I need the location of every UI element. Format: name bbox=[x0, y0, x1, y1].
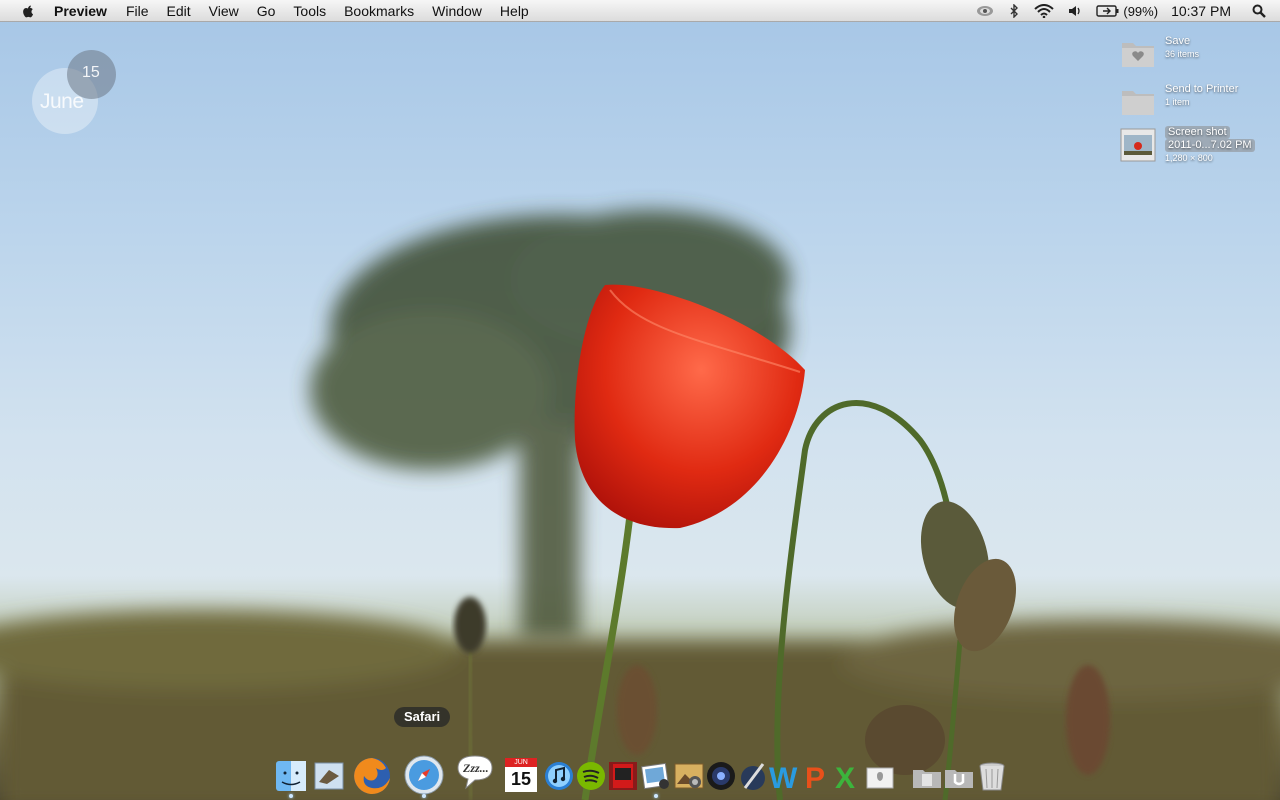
itunes-icon[interactable] bbox=[543, 760, 575, 792]
desktop-item-screenshot[interactable]: Screen shot 2011-0...7.02 PM 1,280 × 800 bbox=[1120, 126, 1255, 165]
volume-icon[interactable] bbox=[1068, 4, 1082, 18]
dock: Zzz... JUN 15 W P X bbox=[270, 752, 1010, 800]
battery-percent: (99%) bbox=[1123, 3, 1159, 19]
menu-view[interactable]: View bbox=[200, 0, 248, 22]
svg-text:Zzz...: Zzz... bbox=[462, 761, 489, 775]
menu-window[interactable]: Window bbox=[423, 0, 491, 22]
menu-clock[interactable]: 10:37 PM bbox=[1171, 3, 1231, 19]
menu-tools[interactable]: Tools bbox=[284, 0, 335, 22]
menu-help[interactable]: Help bbox=[491, 0, 538, 22]
running-indicator bbox=[289, 794, 293, 798]
folder-icon bbox=[1122, 91, 1154, 115]
spotlight-icon[interactable] bbox=[1252, 4, 1266, 18]
menu-edit[interactable]: Edit bbox=[158, 0, 200, 22]
desktop-item-save[interactable]: Save 36 items bbox=[1120, 35, 1199, 71]
word-icon[interactable]: W bbox=[767, 760, 799, 792]
battery-icon[interactable]: (99%) bbox=[1096, 4, 1158, 19]
desktop-item-sub: 1 item bbox=[1165, 97, 1190, 107]
downloads-stack-icon[interactable] bbox=[943, 760, 975, 792]
textedit-icon[interactable] bbox=[737, 760, 769, 792]
menu-bar: Preview File Edit View Go Tools Bookmark… bbox=[0, 0, 1280, 22]
iphoto-icon[interactable] bbox=[640, 760, 672, 792]
svg-text:X: X bbox=[835, 762, 855, 792]
mail-icon[interactable] bbox=[313, 760, 345, 792]
desktop-item-name: Send to Printer bbox=[1165, 83, 1239, 95]
finder-icon[interactable] bbox=[275, 760, 307, 792]
apple-menu-icon[interactable] bbox=[18, 3, 38, 19]
menu-go[interactable]: Go bbox=[248, 0, 285, 22]
calendar-widget: June 15 bbox=[32, 48, 122, 138]
running-indicator bbox=[654, 794, 658, 798]
calendar-month: June bbox=[40, 90, 84, 113]
spotify-icon[interactable] bbox=[575, 760, 607, 792]
ical-month: JUN bbox=[505, 758, 537, 767]
calendar-day: 15 bbox=[82, 64, 100, 81]
bluetooth-icon[interactable] bbox=[1008, 4, 1020, 18]
wifi-icon[interactable] bbox=[1034, 4, 1055, 18]
ical-icon[interactable]: JUN 15 bbox=[505, 758, 537, 792]
menu-bookmarks[interactable]: Bookmarks bbox=[335, 0, 423, 22]
folder-heart-icon bbox=[1122, 43, 1154, 67]
desktop-item-name: Screen shot bbox=[1165, 126, 1230, 139]
aperture-icon[interactable] bbox=[705, 760, 737, 792]
screenshot-thumbnail bbox=[1120, 128, 1156, 162]
ical-day: 15 bbox=[505, 767, 537, 792]
desktop-item-send-to-printer[interactable]: Send to Printer 1 item bbox=[1120, 83, 1238, 119]
desktop-item-sub: 1,280 × 800 bbox=[1165, 153, 1213, 163]
trash-icon[interactable] bbox=[976, 760, 1008, 792]
dock-tooltip: Safari bbox=[394, 707, 451, 727]
svg-text:P: P bbox=[805, 762, 825, 792]
app-store-icon[interactable] bbox=[864, 760, 896, 792]
safari-icon[interactable] bbox=[403, 754, 445, 796]
menu-file[interactable]: File bbox=[117, 0, 158, 22]
firefox-icon[interactable] bbox=[352, 756, 392, 796]
powerpoint-icon[interactable]: P bbox=[800, 760, 832, 792]
desktop-wallpaper bbox=[0, 210, 1280, 800]
menu-app-preview[interactable]: Preview bbox=[52, 0, 117, 22]
excel-icon[interactable]: X bbox=[831, 760, 863, 792]
adium-icon[interactable]: Zzz... bbox=[454, 754, 496, 792]
image-capture-icon[interactable] bbox=[673, 760, 705, 792]
documents-stack-icon[interactable] bbox=[911, 760, 943, 792]
photo-booth-icon[interactable] bbox=[607, 760, 639, 792]
eye-icon[interactable] bbox=[976, 4, 994, 18]
desktop-item-sub: 36 items bbox=[1165, 49, 1200, 59]
desktop-item-name: Save bbox=[1165, 35, 1191, 47]
running-indicator bbox=[422, 794, 426, 798]
svg-text:W: W bbox=[769, 762, 798, 792]
desktop-item-name-2: 2011-0...7.02 PM bbox=[1165, 139, 1255, 152]
